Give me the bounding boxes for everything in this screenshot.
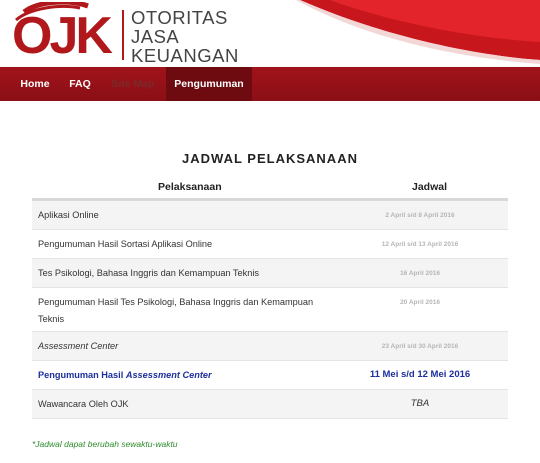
header-pelaksanaan: Pelaksanaan — [158, 181, 222, 193]
row-pelaksanaan-prefix: Pengumuman Hasil — [38, 370, 126, 380]
table-row: Pengumuman Hasil Tes Psikologi, Bahasa I… — [32, 288, 508, 332]
table-row: Aplikasi Online 2 April s/d 8 April 2016 — [32, 201, 508, 230]
main-navbar: Home FAQ Site Map Pengumuman — [0, 67, 540, 101]
schedule-table: Pelaksanaan Jadwal Aplikasi Online 2 Apr… — [32, 177, 508, 419]
table-row: Pengumuman Hasil Sortasi Aplikasi Online… — [32, 230, 508, 259]
row-pelaksanaan: Pengumuman Hasil Sortasi Aplikasi Online — [38, 239, 213, 249]
row-pelaksanaan-emphasis: Assessment Center — [125, 370, 212, 380]
row-pelaksanaan: Aplikasi Online — [38, 210, 99, 220]
row-pelaksanaan: Pengumuman Hasil Assessment Center — [38, 367, 212, 384]
table-header: Pelaksanaan Jadwal — [32, 177, 508, 201]
nav-site-map[interactable]: Site Map — [102, 67, 164, 101]
table-row: Assessment Center 23 April s/d 30 April … — [32, 332, 508, 361]
brand-divider — [122, 10, 124, 60]
brand-line-3: KEUANGAN — [131, 45, 239, 66]
brand-line-2: JASA — [131, 26, 180, 47]
main-content: JADWAL PELAKSANAAN Pelaksanaan Jadwal Ap… — [0, 101, 540, 463]
row-jadwal: 12 April s/d 13 April 2016 — [381, 241, 459, 248]
nav-pengumuman[interactable]: Pengumuman — [166, 67, 252, 101]
row-jadwal: 11 Mei s/d 12 Mei 2016 — [369, 369, 471, 380]
row-jadwal: 20 April 2016 — [400, 299, 440, 306]
table-row-highlighted: Pengumuman Hasil Assessment Center 11 Me… — [32, 361, 508, 390]
brand-line-1: OTORITAS — [131, 7, 228, 28]
table-row: Wawancara Oleh OJK TBA — [32, 390, 508, 419]
row-jadwal: TBA — [410, 398, 430, 409]
site-header: OJK OTORITAS JASA KEUANGAN — [0, 0, 540, 67]
schedule-footnote: *Jadwal dapat berubah sewaktu-waktu — [32, 439, 178, 449]
nav-faq[interactable]: FAQ — [60, 67, 100, 101]
row-jadwal: 2 April s/d 8 April 2016 — [385, 212, 455, 219]
header-jadwal: Jadwal — [412, 181, 448, 193]
page-title: JADWAL PELAKSANAAN — [182, 151, 358, 166]
table-row: Tes Psikologi, Bahasa Inggris dan Kemamp… — [32, 259, 508, 288]
row-jadwal: 16 April 2016 — [400, 270, 440, 277]
row-pelaksanaan: Assessment Center — [38, 341, 119, 351]
row-pelaksanaan-line-1: Pengumuman Hasil Tes Psikologi, Bahasa I… — [38, 297, 314, 307]
brand-name: OTORITAS JASA KEUANGAN — [131, 8, 239, 65]
row-pelaksanaan-line-2: Teknis — [38, 314, 65, 324]
row-jadwal: 23 April s/d 30 April 2016 — [381, 343, 459, 350]
row-pelaksanaan: Wawancara Oleh OJK — [38, 399, 129, 409]
nav-home[interactable]: Home — [12, 67, 58, 101]
row-pelaksanaan: Tes Psikologi, Bahasa Inggris dan Kemamp… — [38, 268, 259, 278]
logo-text: OJK — [12, 7, 113, 65]
